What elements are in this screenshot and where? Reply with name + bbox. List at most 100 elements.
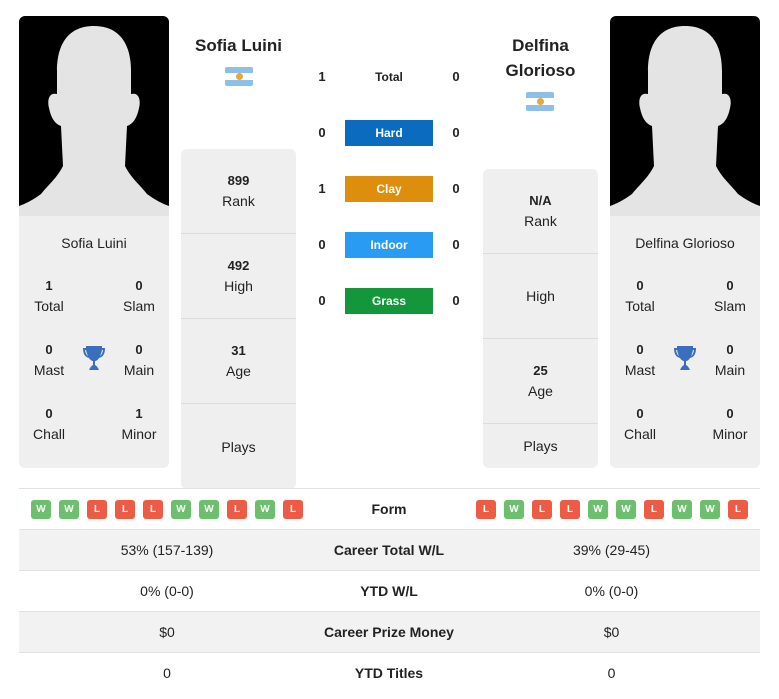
label: Mast xyxy=(33,362,65,378)
player1-photo xyxy=(19,16,169,216)
surface-grass-badge[interactable]: Grass xyxy=(345,288,433,314)
form-badge-win[interactable]: W xyxy=(199,500,219,519)
row-label: Career Prize Money xyxy=(324,624,454,640)
label: Main xyxy=(123,362,155,378)
player1-titles-slam: 0 Slam xyxy=(109,276,169,316)
table-row: 0 YTD Titles 0 xyxy=(19,652,760,693)
player2-first-name: Delfina xyxy=(512,36,569,55)
comparison-table: W W L L L W W L W L Form L W L L W W L W… xyxy=(19,488,760,693)
form-badge-loss[interactable]: L xyxy=(115,500,135,519)
form-badge-loss[interactable]: L xyxy=(143,500,163,519)
h2h-total-label: Total xyxy=(375,70,403,84)
player2-value: $0 xyxy=(603,624,620,640)
player2-titles-minor: 0 Minor xyxy=(700,404,760,444)
label: Minor xyxy=(712,426,748,442)
player2-last-name: Glorioso xyxy=(505,61,576,80)
h2h-indoor-p2: 0 xyxy=(452,237,460,252)
label: Total xyxy=(34,298,64,314)
form-badge-win[interactable]: W xyxy=(31,500,51,519)
form-badge-loss[interactable]: L xyxy=(644,500,664,519)
surface-clay-badge[interactable]: Clay xyxy=(345,176,433,202)
value: 0 xyxy=(135,342,143,357)
form-badge-loss[interactable]: L xyxy=(728,500,748,519)
form-badge-loss[interactable]: L xyxy=(87,500,107,519)
player2-stats: N/A Rank High 25 Age Plays xyxy=(483,169,598,468)
value: 0 xyxy=(636,406,644,421)
player1-titles-total: 1 Total xyxy=(19,276,79,316)
form-badge-win[interactable]: W xyxy=(171,500,191,519)
value: 0 xyxy=(726,406,734,421)
silhouette-icon xyxy=(610,26,760,216)
h2h-total-p2: 0 xyxy=(452,69,460,84)
row-label: Career Total W/L xyxy=(333,542,445,558)
h2h-clay-p1: 1 xyxy=(318,181,326,196)
h2h-grass-p1: 0 xyxy=(318,293,326,308)
player2-card-name: Delfina Glorioso xyxy=(635,235,735,251)
player1-value: 53% (157-139) xyxy=(120,542,214,558)
form-badge-win[interactable]: W xyxy=(504,500,524,519)
player1-age: 31 Age xyxy=(181,319,296,404)
form-badge-win[interactable]: W xyxy=(588,500,608,519)
form-label: Form xyxy=(371,501,407,517)
surface-hard-badge[interactable]: Hard xyxy=(345,120,433,146)
trophy-icon xyxy=(674,346,696,370)
label: Slam xyxy=(123,298,155,314)
value: 0 xyxy=(45,406,53,421)
value: 31 xyxy=(231,343,246,358)
form-badge-loss[interactable]: L xyxy=(532,500,552,519)
player2-age: 25 Age xyxy=(483,339,598,424)
label: Chall xyxy=(33,426,65,442)
player2-high: High xyxy=(483,254,598,339)
form-badge-win[interactable]: W xyxy=(255,500,275,519)
label: Rank xyxy=(222,193,255,209)
h2h-indoor-p1: 0 xyxy=(318,237,326,252)
player1-high: 492 High xyxy=(181,234,296,319)
player1-value: 0 xyxy=(163,665,171,681)
value: 1 xyxy=(135,406,143,421)
form-badge-win[interactable]: W xyxy=(700,500,720,519)
value: 0 xyxy=(726,278,734,293)
player2-titles-chall: 0 Chall xyxy=(610,404,670,444)
label: Total xyxy=(625,298,655,314)
silhouette-icon xyxy=(19,26,169,216)
value: 0 xyxy=(45,342,53,357)
player2-value: 0 xyxy=(607,665,616,681)
label: Mast xyxy=(624,362,656,378)
label: Chall xyxy=(624,426,656,442)
player1-titles-mast: 0 Mast xyxy=(19,340,79,380)
h2h-hard-p2: 0 xyxy=(452,125,460,140)
player1-stats: 899 Rank 492 High 31 Age Plays xyxy=(181,149,296,489)
player1-card-name: Sofia Luini xyxy=(61,235,127,251)
form-badge-loss[interactable]: L xyxy=(227,500,247,519)
h2h-total-p1: 1 xyxy=(318,69,326,84)
form-badge-win[interactable]: W xyxy=(672,500,692,519)
trophy-icon xyxy=(83,346,105,370)
player2-form: L W L L W W L W W L xyxy=(476,500,748,519)
label: Minor xyxy=(121,426,157,442)
label: High xyxy=(224,278,253,294)
table-row: $0 Career Prize Money $0 xyxy=(19,611,760,652)
form-badge-win[interactable]: W xyxy=(59,500,79,519)
label: Slam xyxy=(714,298,746,314)
value: 492 xyxy=(227,258,250,273)
player2-value: 0% (0-0) xyxy=(584,583,639,599)
player2-titles-mast: 0 Mast xyxy=(610,340,670,380)
value: N/A xyxy=(529,193,552,208)
h2h-grass-p2: 0 xyxy=(452,293,460,308)
h2h-total-row: 1 Total 0 xyxy=(310,64,470,90)
player1-value: 0% (0-0) xyxy=(140,583,194,599)
player2-name[interactable]: Delfina Glorioso xyxy=(483,33,598,83)
player2-value: 39% (29-45) xyxy=(572,542,651,558)
form-badge-loss[interactable]: L xyxy=(283,500,303,519)
value: 0 xyxy=(135,278,143,293)
form-badge-loss[interactable]: L xyxy=(476,500,496,519)
value: 0 xyxy=(726,342,734,357)
form-badge-win[interactable]: W xyxy=(616,500,636,519)
player1-name[interactable]: Sofia Luini xyxy=(181,33,296,58)
h2h-clay-row: 1 Clay 0 xyxy=(310,176,470,202)
player2-card: Delfina Glorioso 0 Total 0 Slam 0 Mast 0 Mai… xyxy=(610,16,760,468)
value: 1 xyxy=(45,278,53,293)
surface-indoor-badge[interactable]: Indoor xyxy=(345,232,433,258)
player2-titles: 0 Total 0 Slam 0 Mast 0 Main 0 Chall 0 Minor xyxy=(610,267,760,467)
form-badge-loss[interactable]: L xyxy=(560,500,580,519)
